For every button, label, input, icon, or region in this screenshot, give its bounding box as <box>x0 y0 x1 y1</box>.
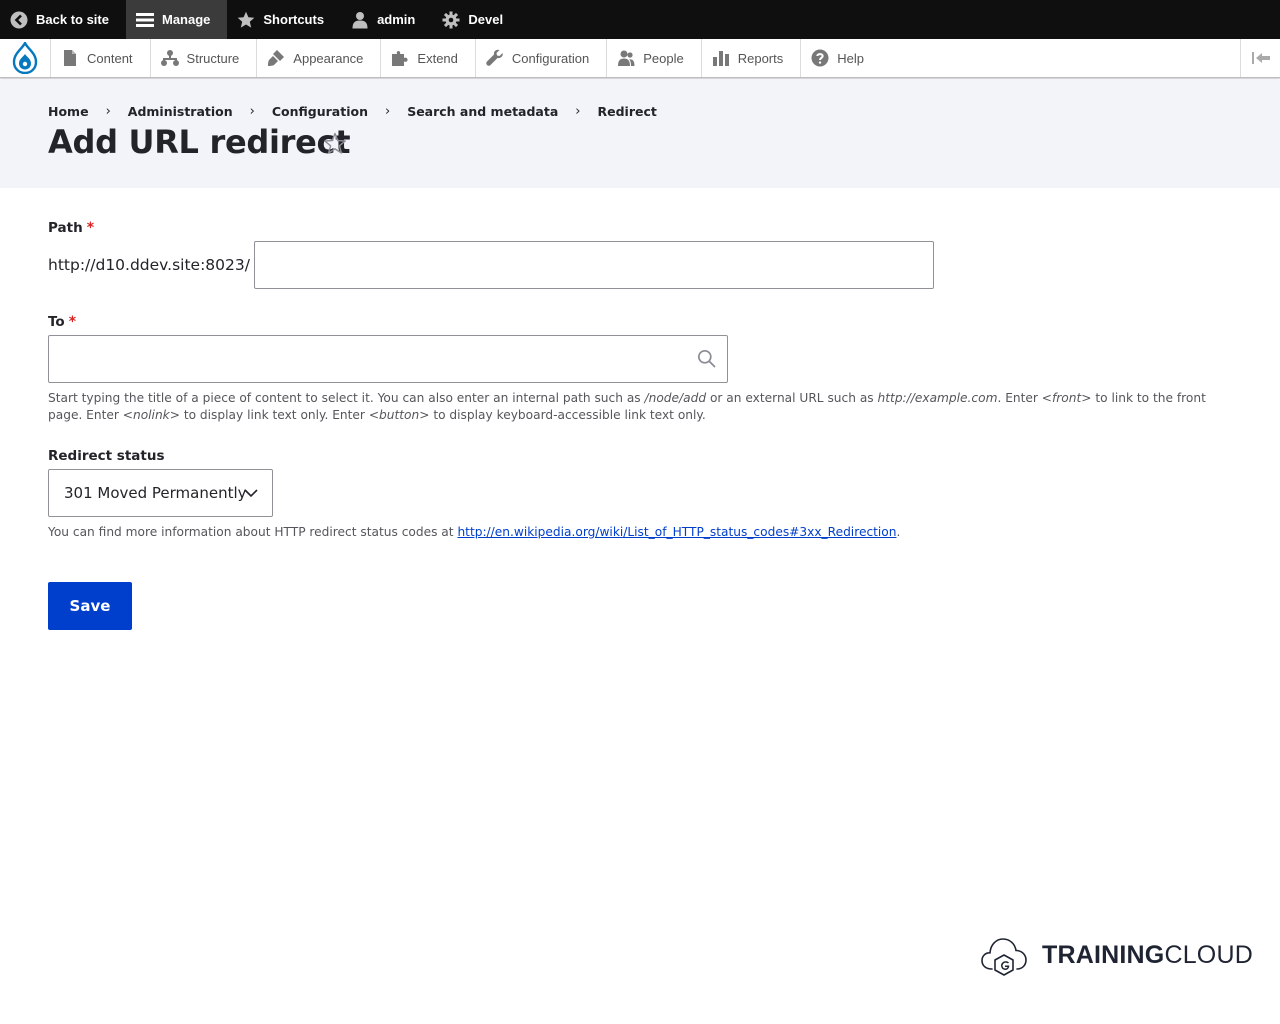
tray-spacer <box>881 39 1240 77</box>
chevron-down-icon <box>244 489 258 498</box>
breadcrumb-administration[interactable]: Administration <box>128 104 233 119</box>
menu-label-content: Content <box>87 50 133 66</box>
desc-text: . Enter <box>997 391 1042 405</box>
menu-label-configuration: Configuration <box>511 50 590 66</box>
wordmark-bold: TRAINING <box>1042 940 1165 969</box>
menu-item-reports[interactable]: Reports <box>700 39 801 77</box>
path-row: http://d10.ddev.site:8023/ <box>48 241 1238 289</box>
menu-item-people[interactable]: People <box>606 39 700 77</box>
hamburger-menu-icon <box>135 11 154 29</box>
breadcrumb-home[interactable]: Home <box>48 104 89 119</box>
required-marker: * <box>86 220 95 236</box>
to-label: To <box>48 314 65 330</box>
desc-front-token: <front> <box>1041 391 1092 405</box>
help-icon <box>811 49 829 67</box>
star-icon <box>237 11 255 29</box>
status-label-row: Redirect status <box>48 448 1238 464</box>
menu-label-help: Help <box>837 50 864 66</box>
save-button[interactable]: Save <box>48 582 132 630</box>
drupal-logo-link[interactable] <box>0 39 50 77</box>
redirect-form: Path * http://d10.ddev.site:8023/ To * S… <box>48 220 1238 630</box>
people-icon <box>617 49 635 67</box>
user-tab[interactable]: admin <box>341 0 432 39</box>
wordmark-regular: CLOUD <box>1164 940 1253 969</box>
menu-label-reports: Reports <box>737 50 784 66</box>
to-autocomplete-input[interactable] <box>48 335 728 383</box>
search-icon <box>697 349 716 368</box>
page-header: Home › Administration › Configuration › … <box>0 79 1280 188</box>
devel-tab[interactable]: Devel <box>432 0 520 39</box>
sitemap-icon <box>160 49 179 67</box>
menu-item-content[interactable]: Content <box>50 39 150 77</box>
admin-menu-tray: Content Structure Appearance Extend Conf… <box>0 39 1280 78</box>
drupal-logo-icon <box>12 42 38 74</box>
path-input[interactable] <box>253 241 934 289</box>
breadcrumb-separator: › <box>384 104 391 119</box>
desc-example-url: http://example.com <box>877 391 998 405</box>
trainingcloud-wordmark: TRAININGCLOUD <box>1042 941 1253 970</box>
menu-label-structure: Structure <box>186 50 240 66</box>
breadcrumb-redirect[interactable]: Redirect <box>597 104 656 119</box>
to-field-wrapper <box>48 335 728 383</box>
manage-tab[interactable]: Manage <box>125 0 228 39</box>
status-description: You can find more information about HTTP… <box>48 524 1238 541</box>
paint-brush-icon <box>267 49 285 67</box>
wrench-icon <box>486 49 504 67</box>
desc-text: You can find more information about HTTP… <box>48 525 458 539</box>
breadcrumb-separator: › <box>575 104 581 119</box>
manage-label: Manage <box>161 12 211 27</box>
to-description: Start typing the title of a piece of con… <box>48 390 1238 424</box>
desc-example-path: /node/add <box>644 391 707 405</box>
wikipedia-status-codes-link[interactable]: http://en.wikipedia.org/wiki/List_of_HTT… <box>457 525 896 539</box>
path-prefix: http://d10.ddev.site:8023/ <box>48 256 250 274</box>
desc-text: or an external URL such as <box>706 391 878 405</box>
add-shortcut-star-icon[interactable] <box>322 131 348 157</box>
shortcuts-tab[interactable]: Shortcuts <box>227 0 341 39</box>
bar-chart-icon <box>712 49 730 67</box>
tray-orientation-toggle[interactable] <box>1240 39 1280 77</box>
desc-text: Start typing the title of a piece of con… <box>48 391 645 405</box>
admin-toolbar: Back to site Manage Shortcuts admin Deve… <box>0 0 1280 39</box>
back-to-site-link[interactable]: Back to site <box>0 0 126 39</box>
trainingcloud-logo: TRAININGCLOUD <box>980 934 1253 976</box>
devel-label: Devel <box>468 12 504 27</box>
breadcrumb-search-metadata[interactable]: Search and metadata <box>407 104 558 119</box>
to-label-row: To * <box>48 314 1238 330</box>
desc-nolink-token: <nolink> <box>122 408 180 422</box>
menu-label-extend: Extend <box>417 50 458 66</box>
breadcrumb-separator: › <box>105 104 111 119</box>
gear-icon <box>442 11 460 29</box>
menu-item-help[interactable]: Help <box>800 39 881 77</box>
desc-text: to display link text only. Enter <box>179 408 369 422</box>
shortcuts-label: Shortcuts <box>263 12 325 27</box>
user-label: admin <box>377 12 416 27</box>
desc-text: . <box>896 525 901 539</box>
desc-button-token: <button> <box>368 408 430 422</box>
breadcrumb: Home › Administration › Configuration › … <box>48 104 657 119</box>
menu-item-appearance[interactable]: Appearance <box>256 39 380 77</box>
redirect-status-value: 301 Moved Permanently <box>64 484 247 502</box>
collapse-left-icon <box>1251 52 1270 64</box>
puzzle-icon <box>391 49 409 67</box>
menu-item-configuration[interactable]: Configuration <box>474 39 606 77</box>
menu-label-people: People <box>643 50 684 66</box>
back-arrow-icon <box>10 11 28 29</box>
redirect-status-label: Redirect status <box>48 448 165 464</box>
cloud-logo-icon <box>981 938 1027 976</box>
required-marker: * <box>68 314 77 330</box>
file-icon <box>61 49 79 67</box>
breadcrumb-configuration[interactable]: Configuration <box>272 104 368 119</box>
breadcrumb-separator: › <box>249 104 255 119</box>
redirect-status-select[interactable]: 301 Moved Permanently <box>48 469 273 517</box>
desc-text: to display keyboard-accessible link text… <box>429 408 706 422</box>
menu-item-structure[interactable]: Structure <box>149 39 257 77</box>
path-label-row: Path * <box>48 220 1238 236</box>
back-to-site-label: Back to site <box>36 12 109 27</box>
user-icon <box>351 11 369 29</box>
path-label: Path <box>48 220 83 236</box>
menu-item-extend[interactable]: Extend <box>380 39 474 77</box>
menu-label-appearance: Appearance <box>293 50 364 66</box>
page-title: Add URL redirect <box>48 123 351 161</box>
